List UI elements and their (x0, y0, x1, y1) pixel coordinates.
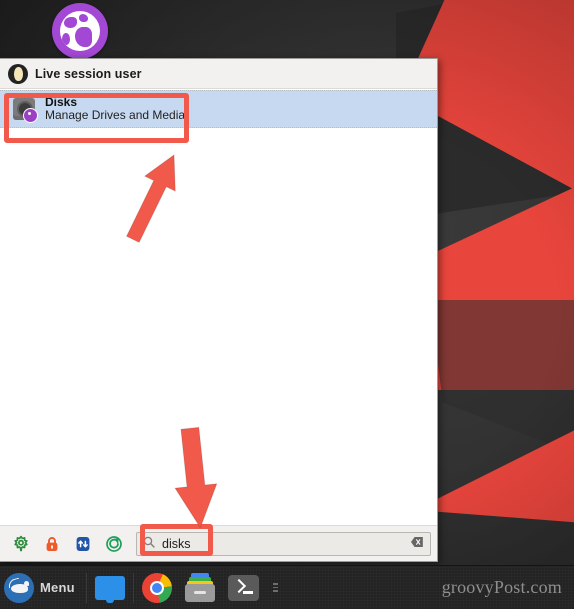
menu-results-list: Disks Manage Drives and Media (0, 89, 437, 525)
menu-footer-actions (6, 535, 132, 553)
lock-screen-icon[interactable] (43, 535, 61, 553)
switch-user-icon[interactable] (74, 535, 92, 553)
chrome-icon (141, 572, 172, 603)
file-cabinet-handle (193, 591, 206, 594)
menu-footer: disks (0, 525, 437, 561)
more-options-dash (272, 583, 278, 585)
wallpaper-dark-wedge-lower (430, 300, 574, 460)
watermark-label: groovyPost.com (441, 577, 562, 597)
menu-user-header: Live session user (0, 59, 437, 89)
globe-landmass (64, 17, 77, 28)
mouse-icon-ear (24, 580, 29, 586)
taskbar-separator (85, 572, 87, 603)
list-item-subtitle: Manage Drives and Media (45, 108, 186, 122)
magnifier-icon (143, 535, 155, 553)
taskbar-file-manager[interactable] (178, 569, 222, 607)
terminal-prompt-line (242, 590, 253, 594)
globe-landmass (62, 33, 70, 45)
whisker-menu-button[interactable]: Menu (0, 569, 84, 607)
menu-button-label: Menu (40, 580, 75, 595)
search-input[interactable]: disks (136, 531, 431, 556)
globe-icon-inner (60, 11, 100, 51)
clear-text-icon[interactable] (410, 535, 424, 553)
screen: Live session user Disks Manage Drives an… (0, 0, 574, 609)
settings-manager-icon[interactable] (12, 535, 30, 553)
user-avatar-icon (8, 63, 28, 84)
more-options-icon[interactable] (272, 583, 278, 592)
taskbar-separator (132, 572, 134, 603)
disk-drive-icon (12, 97, 38, 123)
search-input-value: disks (162, 536, 191, 551)
list-item-title: Disks (45, 94, 78, 109)
list-item-disks[interactable]: Disks Manage Drives and Media (0, 90, 437, 128)
file-cabinet-icon (184, 573, 216, 602)
more-options-dash (272, 590, 278, 592)
globe-landmass (79, 14, 88, 22)
mouse-icon (4, 572, 34, 603)
taskbar: Menu groovyPost.com (0, 565, 574, 609)
globe-landmass (75, 27, 92, 47)
taskbar-app-window[interactable] (89, 569, 131, 607)
blue-window-icon (94, 575, 125, 603)
log-out-icon[interactable] (105, 535, 123, 553)
terminal-icon (227, 574, 259, 601)
taskbar-terminal[interactable] (222, 569, 265, 607)
globe-icon[interactable] (52, 3, 108, 59)
disk-drive-gear-badge (23, 107, 38, 123)
application-menu-panel: Live session user Disks Manage Drives an… (0, 58, 438, 562)
list-item-text: Disks Manage Drives and Media (45, 94, 186, 123)
more-options-dash (272, 586, 278, 589)
taskbar-chrome[interactable] (136, 569, 178, 607)
user-name-label: Live session user (35, 66, 142, 81)
